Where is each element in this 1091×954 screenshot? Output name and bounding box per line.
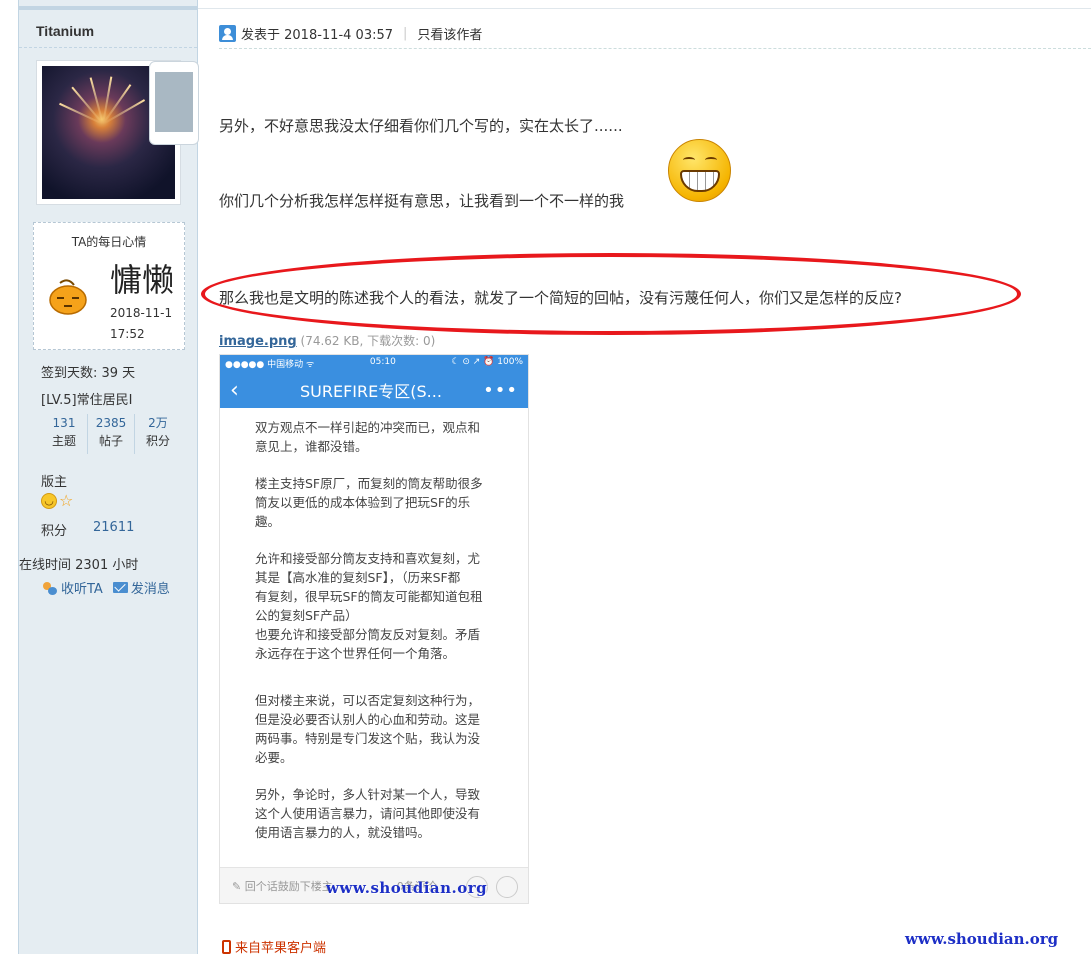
avatar-frame[interactable] xyxy=(36,60,199,205)
phone-paragraph: 另外，争论时，多人针对某一个人，导致 这个人使用语言暴力，请问其他即使没有 使用… xyxy=(255,787,481,840)
phone-paragraph: 允许和接受部分筒友支持和喜欢复刻，尤 其是【高水准的复刻SF】，（历来SF都 有… xyxy=(255,551,483,661)
attached-screenshot[interactable]: ●●●●● 中国移动 ᯤ 05:10 ☾ ⊙ ↗ ⏰ 100% ‹ SUREFI… xyxy=(219,354,529,904)
mood-date-day: 2018-11-1 xyxy=(110,306,173,320)
checkin-days: 签到天数: 39 天 xyxy=(41,366,136,381)
online-user-icon xyxy=(219,25,236,42)
mood-date-time: 17:52 xyxy=(110,327,145,341)
phone-status-bar: ●●●●● 中国移动 ᯤ 05:10 ☾ ⊙ ↗ ⏰ 100% xyxy=(220,355,528,372)
from-client-label: 来自苹果客户端 xyxy=(235,941,327,954)
follow-button[interactable]: 收听TA xyxy=(42,578,103,597)
phone-post-body: 双方观点不一样引起的冲突而已，观点和 意见上，谁都没错。 楼主支持SF原厂，而复… xyxy=(220,408,528,842)
status-carrier: ●●●●● 中国移动 ᯤ xyxy=(225,360,315,370)
count-topics-num[interactable]: 131 xyxy=(41,414,87,432)
apple-device-badge-icon xyxy=(149,61,199,145)
grin-mouth xyxy=(680,170,720,192)
score-row: 积分 21611 xyxy=(41,520,134,539)
apple-logo-icon xyxy=(155,72,193,132)
post-top-border xyxy=(198,8,1091,9)
post-paragraph: 你们几个分析我怎样怎样挺有意思，让我看到一个不一样的我 xyxy=(219,192,625,210)
more-icon: ••• xyxy=(483,379,518,401)
divider xyxy=(219,48,1091,49)
online-time: 在线时间 2301 小时 xyxy=(19,558,139,573)
count-credits[interactable]: 2万 积分 xyxy=(135,414,181,454)
phone-nav-bar: ‹ SUREFIRE专区(S... ••• xyxy=(220,372,528,408)
author-sidebar: Titanium TA的每日心情 慵懒 2018-11-1 17:52 签到天数… xyxy=(18,0,199,954)
count-topics[interactable]: 131 主题 xyxy=(41,414,88,454)
smile-medal-icon: ◡ xyxy=(41,493,57,509)
mood-title: TA的每日心情 xyxy=(71,235,147,249)
meta-separator: | xyxy=(403,26,408,41)
user-role: 版主 xyxy=(41,475,68,490)
follow-label: 收听TA xyxy=(61,582,103,597)
send-message-button[interactable]: 发消息 xyxy=(112,578,170,597)
count-credits-label: 积分 xyxy=(145,434,170,448)
attachment-info: (74.62 KB, 下载次数: 0) xyxy=(300,334,436,348)
user-level[interactable]: [LV.5]常住居民I xyxy=(41,389,132,408)
post-meta: 发表于 2018-11-4 03:57 | 只看该作者 xyxy=(219,24,482,43)
mood-word: 慵懒 xyxy=(110,261,175,299)
author-username[interactable]: Titanium xyxy=(36,23,94,39)
post-paragraph: 另外，不好意思我没太仔细看你们几个写的，实在太长了...... xyxy=(219,117,623,135)
attachment-line: image.png (74.62 KB, 下载次数: 0) xyxy=(219,332,435,349)
phone-paragraph: 双方观点不一样引起的冲突而已，观点和 意见上，谁都没错。 xyxy=(255,420,481,454)
grin-eye xyxy=(705,157,717,163)
back-arrow-icon: ‹ xyxy=(230,377,239,403)
phone-nav-title: SUREFIRE专区(S... xyxy=(300,382,442,401)
mood-date: 2018-11-1 17:52 xyxy=(110,303,180,345)
count-posts-label: 帖子 xyxy=(98,434,123,448)
score-label: 积分 xyxy=(41,524,68,539)
phone-paragraph: 但对楼主来说，可以否定复刻这种行为， 但是没必要否认别人的心血和劳动。这是 两码… xyxy=(255,693,481,765)
count-topics-label: 主题 xyxy=(51,434,76,448)
sidebar-top-border xyxy=(19,6,197,10)
count-posts-num[interactable]: 2385 xyxy=(88,414,134,432)
mail-icon xyxy=(112,582,128,593)
count-credits-num[interactable]: 2万 xyxy=(135,414,181,432)
mobile-phone-icon xyxy=(222,939,231,954)
daily-mood-box: TA的每日心情 慵懒 2018-11-1 17:52 xyxy=(33,222,185,350)
follow-icon xyxy=(42,581,58,595)
role-medals: ◡ ☆ xyxy=(41,493,73,509)
user-counts: 131 主题 2385 帖子 2万 积分 xyxy=(41,414,181,454)
status-right: ☾ ⊙ ↗ ⏰ 100% xyxy=(451,357,523,367)
score-value: 21611 xyxy=(93,520,135,535)
red-highlight-ellipse xyxy=(201,253,1021,335)
grin-eye xyxy=(683,157,695,163)
send-message-label: 发消息 xyxy=(130,582,170,597)
lazy-face-icon xyxy=(49,279,87,315)
attachment-link[interactable]: image.png xyxy=(219,334,297,349)
count-posts[interactable]: 2385 帖子 xyxy=(88,414,135,454)
grin-emoji-icon xyxy=(668,139,731,202)
phone-paragraph: 楼主支持SF原厂，而复刻的筒友帮助很多 筒友以更低的成本体验到了把玩SF的乐 趣… xyxy=(255,476,483,529)
author-actions: 收听TA 发消息 xyxy=(42,578,170,597)
from-client-line[interactable]: 来自苹果客户端 xyxy=(222,937,326,954)
share-icon xyxy=(496,876,518,898)
star-medal-icon: ☆ xyxy=(59,491,74,510)
reply-placeholder: ✎ 回个话鼓励下楼主 xyxy=(232,879,333,893)
status-time: 05:10 xyxy=(369,357,396,367)
page-watermark: www.shoudian.org xyxy=(905,930,1059,948)
screenshot-watermark: www.shoudian.org xyxy=(326,879,488,897)
divider xyxy=(19,47,197,48)
post-time: 发表于 2018-11-4 03:57 xyxy=(241,28,394,43)
view-author-only-link[interactable]: 只看该作者 xyxy=(417,24,482,43)
